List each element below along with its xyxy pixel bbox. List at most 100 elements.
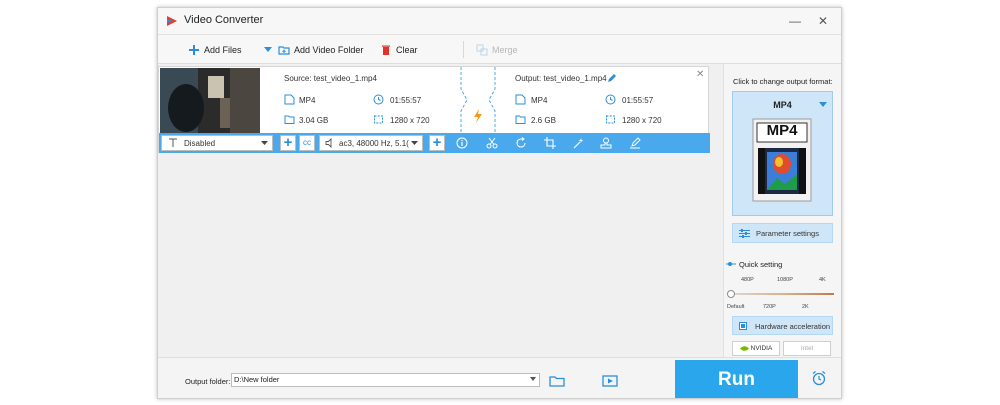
resolution-icon — [374, 115, 383, 124]
chevron-down-icon — [264, 47, 272, 52]
add-files-label: Add Files — [204, 45, 242, 55]
add-video-folder-button[interactable]: Add Video Folder — [278, 42, 363, 58]
output-format-panel: Click to change output format: MP4 MP4 P… — [723, 64, 841, 357]
thumbnail-image — [160, 68, 260, 133]
subtitle-cc-button[interactable]: cc — [299, 135, 315, 151]
format-badge-label: MP4 — [766, 122, 798, 139]
hardware-acceleration-toggle[interactable]: Hardware acceleration — [732, 316, 833, 335]
clock-icon — [605, 94, 616, 105]
add-audio-button[interactable]: + — [429, 135, 445, 151]
parameter-settings-button[interactable]: Parameter settings — [732, 223, 833, 243]
info-icon[interactable] — [456, 137, 468, 149]
clear-button[interactable]: Clear — [380, 42, 418, 58]
clear-label: Clear — [396, 45, 418, 55]
output-duration: 01:55:57 — [622, 96, 654, 105]
tick-2k: 2K — [802, 304, 809, 310]
chevron-down-icon — [261, 141, 268, 145]
crop-icon[interactable] — [544, 137, 556, 149]
slider-handle[interactable] — [727, 290, 735, 298]
merge-label: Merge — [492, 45, 518, 55]
intel-label: Intel — [800, 345, 814, 352]
output-format-title: Click to change output format: — [733, 77, 833, 86]
source-filename: Source: test_video_1.mp4 — [284, 74, 377, 83]
nvidia-logo-icon — [739, 346, 749, 351]
nvidia-label: NVIDIA — [750, 345, 773, 352]
source-resolution: 1280 x 720 — [390, 116, 430, 125]
tick-4k: 4K — [819, 277, 826, 283]
source-size: 3.04 GB — [299, 116, 329, 125]
output-filename: Output: test_video_1.mp4 — [515, 74, 607, 83]
pencil-icon[interactable] — [607, 73, 617, 83]
add-video-folder-label: Add Video Folder — [294, 45, 364, 55]
slider-indicator-icon — [726, 262, 736, 266]
output-folder-label: Output folder: — [185, 377, 231, 386]
convert-arrow — [460, 67, 496, 133]
tick-1080p: 1080P — [777, 277, 793, 283]
browse-folder-icon[interactable] — [549, 374, 565, 388]
source-duration: 01:55:57 — [390, 96, 422, 105]
title-bar: Video Converter — ✕ — [158, 8, 841, 35]
merge-button[interactable]: Merge — [476, 42, 518, 58]
chevron-down-icon[interactable] — [530, 377, 536, 381]
toolbar-divider — [463, 41, 464, 58]
format-icon — [515, 94, 526, 105]
toolbar: Add Files Add Video Folder Clear Merge — [158, 35, 841, 64]
folder-plus-icon — [278, 46, 290, 55]
text-icon — [169, 138, 177, 147]
merge-icon — [476, 44, 488, 56]
close-window-button[interactable]: ✕ — [814, 12, 832, 30]
rotate-icon[interactable] — [515, 137, 527, 149]
chevron-down-icon — [819, 102, 827, 107]
effects-icon[interactable] — [573, 137, 585, 149]
edit-subtitle-icon[interactable] — [629, 137, 641, 149]
remove-file-button[interactable]: ✕ — [696, 69, 704, 80]
parameter-settings-label: Parameter settings — [756, 229, 819, 238]
speaker-icon — [325, 138, 332, 148]
bottom-bar: Output folder: D:\New folder Run — [158, 357, 841, 398]
checkbox-icon[interactable] — [739, 322, 747, 330]
open-output-folder-icon[interactable] — [602, 374, 618, 388]
alarm-clock-icon[interactable] — [811, 370, 827, 386]
file-list: Source: test_video_1.mp4 MP4 01:55:57 3.… — [158, 64, 717, 357]
minimize-button[interactable]: — — [786, 12, 804, 30]
nvidia-option[interactable]: NVIDIA — [732, 341, 780, 356]
watermark-icon[interactable] — [600, 137, 612, 149]
tick-480p: 480P — [741, 277, 754, 283]
app-logo-icon — [167, 16, 177, 26]
intel-option[interactable]: Intel — [783, 341, 831, 356]
file-item[interactable]: Source: test_video_1.mp4 MP4 01:55:57 3.… — [158, 66, 710, 153]
run-button[interactable]: Run — [675, 360, 798, 398]
sliders-icon — [739, 229, 750, 238]
format-icon — [284, 94, 295, 105]
clock-icon — [373, 94, 384, 105]
resolution-icon — [606, 115, 615, 124]
add-files-dropdown[interactable] — [264, 42, 272, 58]
chevron-down-icon — [411, 141, 418, 145]
trash-icon — [382, 45, 390, 55]
edit-toolbar: Disabled + cc ac3, 48000 Hz, 5.1(+ — [159, 133, 710, 153]
output-format-selector[interactable]: MP4 MP4 — [732, 91, 833, 216]
source-format: MP4 — [299, 96, 316, 105]
tick-default: Default — [727, 304, 745, 310]
add-subtitle-button[interactable]: + — [280, 135, 296, 151]
folder-icon — [515, 115, 526, 124]
output-folder-value: D:\New folder — [234, 375, 280, 384]
audio-track-value: ac3, 48000 Hz, 5.1( — [339, 138, 409, 148]
folder-icon — [284, 115, 295, 124]
lightning-icon — [474, 109, 482, 123]
subtitle-select[interactable]: Disabled — [161, 135, 273, 151]
quality-slider[interactable] — [727, 289, 837, 299]
app-title: Video Converter — [184, 14, 264, 26]
cut-icon[interactable] — [486, 137, 498, 149]
app-window: Video Converter — ✕ Add Files Add Video … — [157, 7, 842, 399]
plus-icon — [189, 45, 199, 55]
selected-format: MP4 — [773, 100, 792, 110]
output-folder-input[interactable]: D:\New folder — [231, 373, 540, 387]
hardware-acceleration-label: Hardware acceleration — [755, 322, 831, 331]
output-resolution: 1280 x 720 — [622, 116, 662, 125]
output-format: MP4 — [531, 96, 548, 105]
add-files-button[interactable]: Add Files — [188, 42, 242, 58]
quick-setting-title: Quick setting — [739, 260, 783, 269]
video-thumbnail[interactable] — [160, 68, 260, 133]
audio-track-select[interactable]: ac3, 48000 Hz, 5.1( — [319, 135, 423, 151]
